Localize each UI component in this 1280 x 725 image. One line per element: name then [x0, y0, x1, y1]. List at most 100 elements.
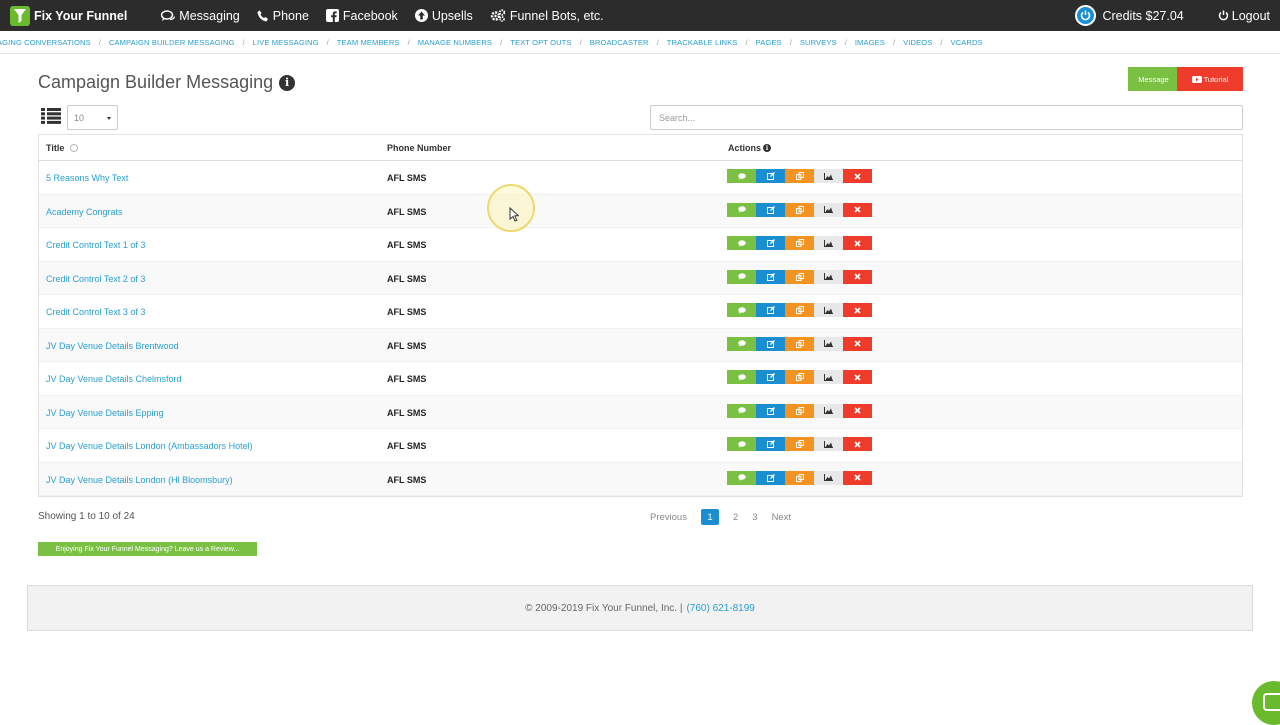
- message-action-button[interactable]: [727, 437, 756, 451]
- edit-action-button[interactable]: [756, 470, 785, 485]
- credits-label: Credits $27.04: [1102, 8, 1184, 23]
- message-action-button[interactable]: [727, 303, 756, 317]
- delete-action-button[interactable]: [843, 403, 872, 418]
- new-message-button[interactable]: Message: [1128, 67, 1177, 91]
- delete-action-button[interactable]: [843, 269, 872, 284]
- page-2-button[interactable]: 2: [733, 512, 738, 523]
- delete-action-button[interactable]: [843, 303, 872, 317]
- message-action-button[interactable]: [727, 336, 756, 351]
- message-action-button[interactable]: [727, 169, 756, 183]
- stats-action-button[interactable]: [814, 236, 843, 250]
- copy-action-button[interactable]: [785, 437, 814, 451]
- list-view-icon[interactable]: [41, 108, 61, 129]
- review-banner-button[interactable]: Enjoying Fix Your Funnel Messaging? Leav…: [38, 542, 257, 556]
- stats-action-button[interactable]: [814, 403, 843, 418]
- chat-widget-button[interactable]: [1252, 681, 1280, 725]
- credits-display[interactable]: Credits $27.04: [1075, 5, 1184, 26]
- subnav-link[interactable]: PAGES: [756, 38, 782, 47]
- copy-action-button[interactable]: [785, 202, 814, 217]
- stats-action-button[interactable]: [814, 336, 843, 351]
- stats-action-button[interactable]: [814, 370, 843, 384]
- delete-action-button[interactable]: [843, 437, 872, 451]
- subnav-link[interactable]: TEXT OPT OUTS: [510, 38, 571, 47]
- info-circle-icon[interactable]: i: [763, 144, 772, 152]
- delete-action-button[interactable]: [843, 470, 872, 485]
- row-title-link[interactable]: Credit Control Text 1 of 3: [46, 240, 145, 250]
- edit-action-button[interactable]: [756, 403, 785, 418]
- stats-action-button[interactable]: [814, 470, 843, 485]
- edit-action-button[interactable]: [756, 370, 785, 384]
- message-action-button[interactable]: [727, 202, 756, 217]
- search-input[interactable]: [650, 105, 1243, 130]
- stats-action-button[interactable]: [814, 269, 843, 284]
- row-title-link[interactable]: JV Day Venue Details Chelmsford: [46, 374, 182, 384]
- edit-action-button[interactable]: [756, 336, 785, 351]
- row-title-link[interactable]: JV Day Venue Details Epping: [46, 408, 164, 418]
- copy-action-button[interactable]: [785, 336, 814, 351]
- row-title-link[interactable]: Credit Control Text 2 of 3: [46, 274, 145, 284]
- tutorial-button[interactable]: Tutorial: [1177, 67, 1243, 91]
- logout-link[interactable]: Logout: [1218, 9, 1270, 23]
- message-action-button[interactable]: [727, 236, 756, 250]
- row-title-link[interactable]: Credit Control Text 3 of 3: [46, 307, 145, 317]
- subnav-link[interactable]: SURVEYS: [800, 38, 837, 47]
- copy-action-button[interactable]: [785, 470, 814, 485]
- message-action-button[interactable]: [727, 403, 756, 418]
- subnav-link[interactable]: IMAGES: [855, 38, 885, 47]
- delete-action-button[interactable]: [843, 236, 872, 250]
- info-icon[interactable]: i: [279, 74, 296, 91]
- row-title-link[interactable]: Academy Congrats: [46, 207, 123, 217]
- page-3-button[interactable]: 3: [752, 512, 757, 523]
- next-page-button[interactable]: Next: [772, 512, 792, 523]
- copy-action-button[interactable]: [785, 236, 814, 250]
- delete-action-button[interactable]: [843, 202, 872, 217]
- edit-action-button[interactable]: [756, 437, 785, 451]
- subnav-link[interactable]: LIVE MESSAGING: [253, 38, 319, 47]
- copy-action-button[interactable]: [785, 303, 814, 317]
- copy-action-button[interactable]: [785, 403, 814, 418]
- stats-action-button[interactable]: [814, 303, 843, 317]
- nav-upsells[interactable]: Upsells: [414, 9, 473, 23]
- edit-action-button[interactable]: [756, 269, 785, 284]
- nav-phone[interactable]: Phone: [257, 9, 309, 23]
- nav-messaging[interactable]: Messaging: [161, 9, 240, 23]
- nav-funnel-bots[interactable]: Funnel Bots, etc.: [490, 9, 604, 23]
- edit-action-button[interactable]: [756, 169, 785, 183]
- delete-action-button[interactable]: [843, 336, 872, 351]
- comment-icon: [737, 239, 746, 247]
- subnav-link[interactable]: VIDEOS: [903, 38, 932, 47]
- subnav-link[interactable]: CAMPAIGN BUILDER MESSAGING: [109, 38, 235, 47]
- copy-action-button[interactable]: [785, 169, 814, 183]
- message-action-button[interactable]: [727, 370, 756, 384]
- row-title-link[interactable]: JV Day Venue Details London (Hl Bloomsbu…: [46, 475, 233, 485]
- edit-action-button[interactable]: [756, 236, 785, 250]
- delete-action-button[interactable]: [843, 169, 872, 183]
- row-title-link[interactable]: 5 Reasons Why Text: [46, 173, 128, 183]
- subnav-link[interactable]: MANAGE NUMBERS: [418, 38, 492, 47]
- subnav-link[interactable]: AGING CONVERSATIONS: [0, 38, 91, 47]
- copy-action-button[interactable]: [785, 370, 814, 384]
- footer-phone-link[interactable]: (760) 621-8199: [686, 603, 754, 614]
- subnav-link[interactable]: TRACKABLE LINKS: [667, 38, 738, 47]
- row-phone: AFL SMS: [387, 374, 427, 384]
- subnav-link[interactable]: BROADCASTER: [590, 38, 649, 47]
- nav-facebook[interactable]: Facebook: [325, 9, 398, 23]
- stats-action-button[interactable]: [814, 202, 843, 217]
- subnav-link[interactable]: VCARDS: [951, 38, 983, 47]
- row-title-link[interactable]: JV Day Venue Details London (Ambassadors…: [46, 441, 253, 451]
- column-title[interactable]: Title: [46, 143, 79, 153]
- subnav-link[interactable]: TEAM MEMBERS: [337, 38, 400, 47]
- copy-action-button[interactable]: [785, 269, 814, 284]
- page-size-select[interactable]: 10: [67, 105, 118, 130]
- row-title-link[interactable]: JV Day Venue Details Brentwood: [46, 341, 179, 351]
- previous-page-button[interactable]: Previous: [650, 512, 687, 523]
- edit-action-button[interactable]: [756, 202, 785, 217]
- delete-action-button[interactable]: [843, 370, 872, 384]
- edit-action-button[interactable]: [756, 303, 785, 317]
- message-action-button[interactable]: [727, 470, 756, 485]
- stats-action-button[interactable]: [814, 437, 843, 451]
- stats-action-button[interactable]: [814, 169, 843, 183]
- page-1-button[interactable]: 1: [700, 509, 719, 525]
- message-action-button[interactable]: [727, 269, 756, 284]
- brand-logo[interactable]: Fix Your Funnel: [10, 5, 127, 26]
